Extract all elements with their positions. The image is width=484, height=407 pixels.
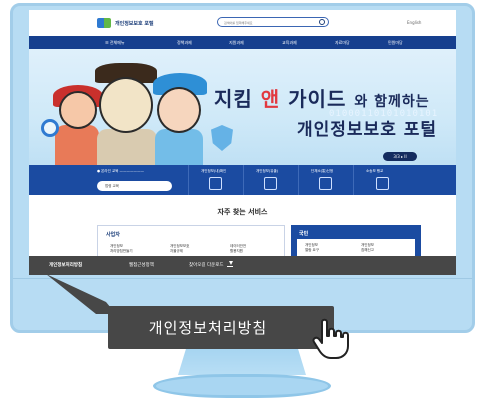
- search-box: [217, 17, 329, 27]
- hero-headline-part: 가이드: [288, 87, 347, 111]
- main-nav: ☰ 전체메뉴 정책과제 지원과제 교육과제 자료마당 민원마당: [29, 36, 456, 49]
- services-title: 자주 찾는 서비스: [217, 208, 268, 216]
- clipboard-icon: [376, 177, 389, 190]
- nav-item-support[interactable]: 지원과제: [229, 40, 244, 46]
- browser-screen: 개인정보보호 포털 English ☰ 전체메뉴 정책과제 지원과제 교육과제 …: [29, 10, 456, 275]
- hero-headline: 지킴 앤 가이드 와 함께하는: [214, 83, 430, 112]
- logo-icon: [97, 18, 111, 28]
- service-link[interactable]: 개인정보 처리방침만들기: [110, 244, 133, 254]
- site-header: 개인정보보호 포털 English: [29, 10, 456, 36]
- service-link[interactable]: 데이터안전 활용지원: [230, 244, 246, 254]
- monitor-stand-base: [153, 374, 331, 398]
- nav-all-menu[interactable]: ☰ 전체메뉴: [105, 40, 125, 46]
- quick-link[interactable]: 개인정보(내)확인: [189, 165, 244, 195]
- character-body: [97, 129, 157, 165]
- character-body: [155, 129, 203, 165]
- hero-headline-suffix: 와 함께하는: [354, 94, 430, 110]
- accessibility-policy-link[interactable]: 웹접근성정책: [129, 262, 154, 268]
- hand-cursor-icon: [312, 318, 349, 359]
- search-input[interactable]: [224, 19, 314, 26]
- alert-icon: [264, 177, 277, 190]
- quick-link[interactable]: 소송보 행교: [354, 165, 414, 195]
- notice-box[interactable]: 법령 교육: [97, 181, 172, 191]
- privacy-policy-link[interactable]: 개인정보처리방침: [49, 262, 82, 268]
- character-face: [157, 87, 201, 133]
- callout-pointer: [46, 274, 116, 314]
- site-logo[interactable]: 개인정보보호 포털: [97, 18, 154, 28]
- nav-item-policy[interactable]: 정책과제: [177, 40, 192, 46]
- service-link[interactable]: 개인정보보호 자율규제: [170, 244, 189, 254]
- quick-link[interactable]: 개인정보(유출): [244, 165, 299, 195]
- quick-link-label: 개인정보(유출): [256, 169, 279, 173]
- document-icon: [209, 177, 222, 190]
- quick-link-label: 소송보 행교: [366, 169, 384, 173]
- download-icon: [226, 261, 233, 267]
- nav-item-education[interactable]: 교육과제: [282, 40, 297, 46]
- hero-banner[interactable]: 01000110101010101 지킴 앤 가이드 와 함께하는 개인정보보호…: [29, 49, 456, 165]
- quick-link-label: 단체소(통)신청: [311, 169, 334, 173]
- service-link[interactable]: 개인정보 침해신고: [361, 243, 374, 253]
- hero-headline-accent: 앤: [260, 87, 281, 111]
- nav-item-civil[interactable]: 민원마당: [388, 40, 403, 46]
- character-face: [99, 77, 153, 133]
- privacy-policy-callout: 개인정보처리방침: [108, 306, 334, 349]
- character-face: [59, 91, 97, 129]
- business-services-title: 사업자: [106, 232, 120, 238]
- citizen-services-title: 국민: [299, 231, 309, 237]
- slide-pager[interactable]: 3/3 ▸ II: [383, 152, 417, 161]
- quick-link-label: 개인정보(내)확인: [201, 169, 227, 173]
- nav-item-resources[interactable]: 자료마당: [335, 40, 350, 46]
- quick-notice-cell: ● 온라인 교육 ——————— 법령 교육: [29, 165, 189, 195]
- download-link[interactable]: 찾아오길 다운로드: [189, 261, 233, 268]
- hero-subheadline: 개인정보보호 포털: [297, 120, 438, 140]
- shield-icon: [211, 125, 233, 151]
- site-footer: 개인정보처리방침 웹접근성정책 찾아오길 다운로드: [29, 256, 456, 275]
- callout-label: 개인정보처리방침: [148, 319, 268, 337]
- service-link[interactable]: 개인정보 열람 요구: [305, 243, 319, 253]
- quick-links-bar: ● 온라인 교육 ——————— 법령 교육 개인정보(내)확인 개인정보(유출…: [29, 165, 456, 195]
- download-label: 찾아오길 다운로드: [189, 263, 224, 268]
- quick-link[interactable]: 단체소(통)신청: [299, 165, 354, 195]
- language-link[interactable]: English: [407, 20, 421, 25]
- character-body: [55, 125, 99, 165]
- computer-icon: [319, 177, 332, 190]
- magnifier-icon: [41, 119, 59, 137]
- logo-text: 개인정보보호 포털: [115, 20, 154, 27]
- quick-notice-label[interactable]: ● 온라인 교육 ———————: [97, 169, 144, 174]
- hero-headline-part: 지킴: [214, 87, 253, 111]
- search-icon[interactable]: [319, 19, 325, 25]
